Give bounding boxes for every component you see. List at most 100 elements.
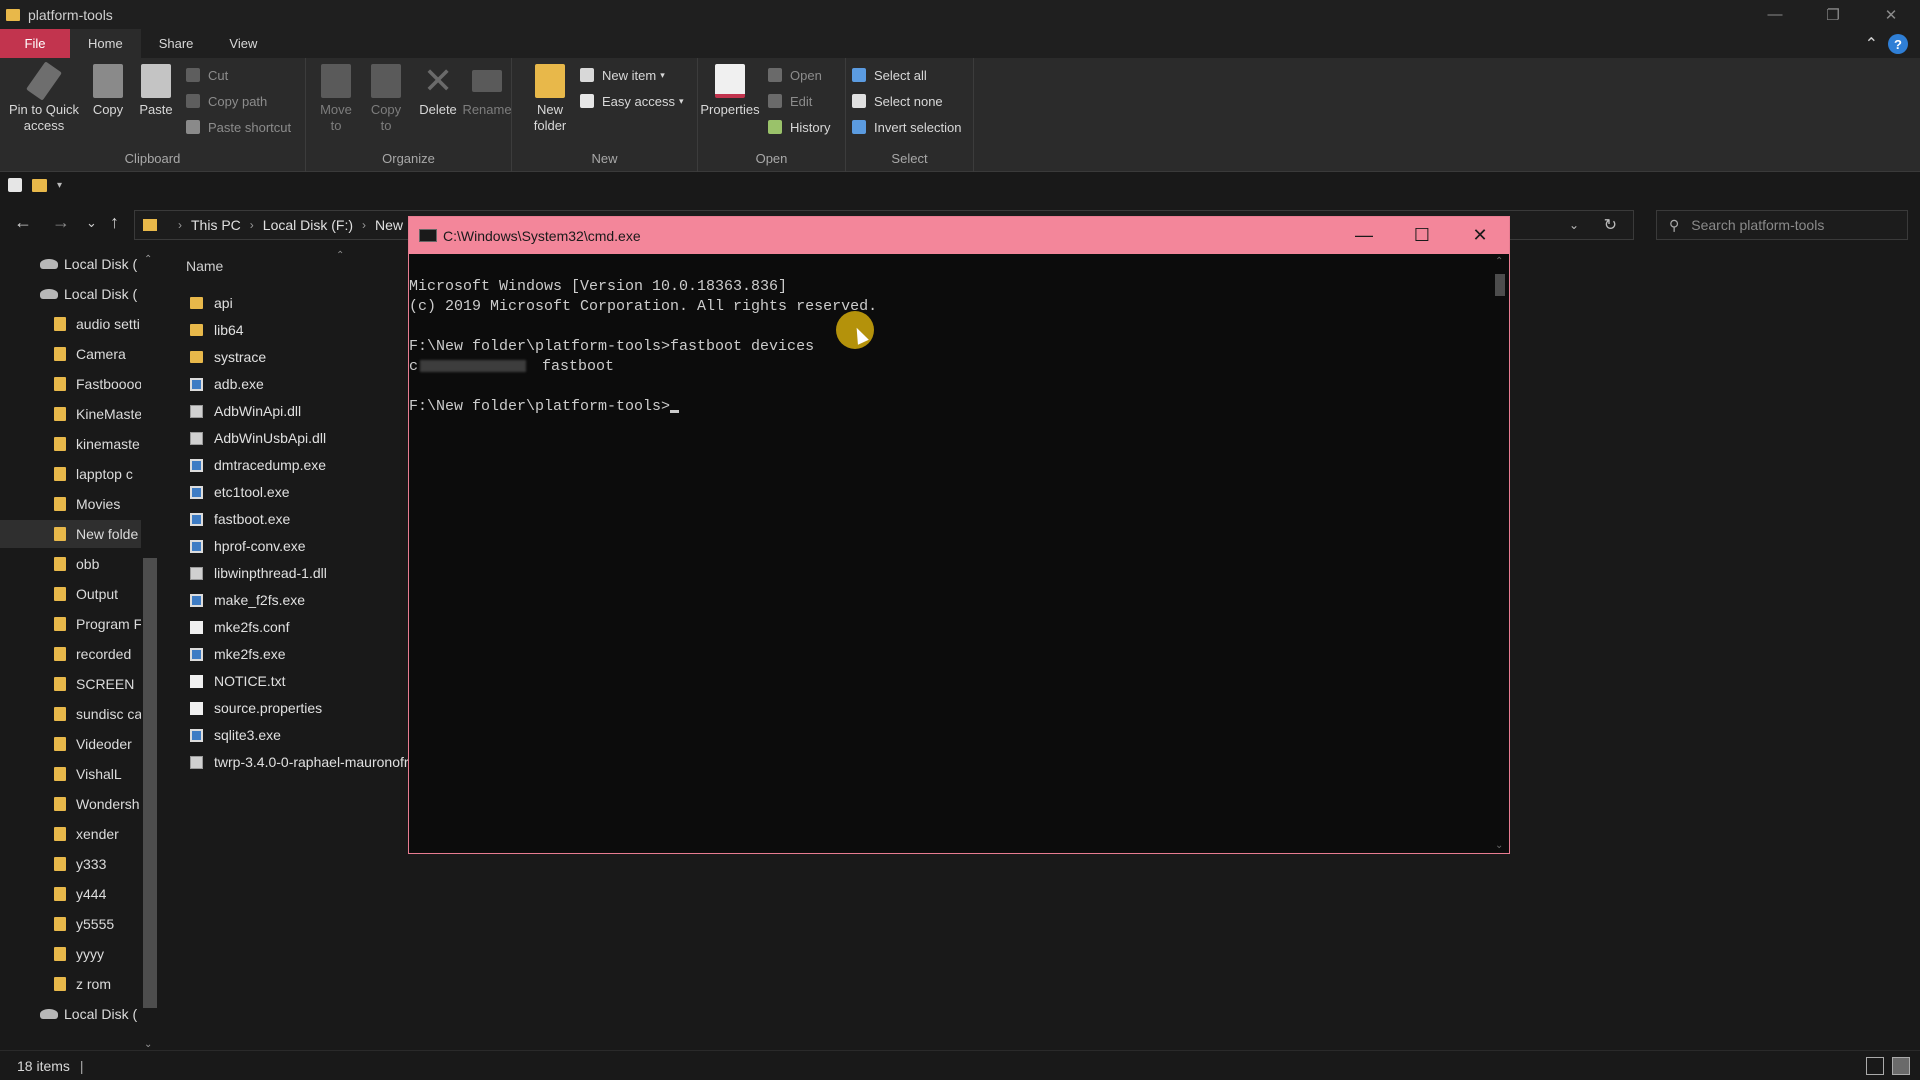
- up-arrow-icon[interactable]: ↑: [110, 212, 119, 233]
- file-row[interactable]: etc1tool.exe: [158, 479, 410, 505]
- nav-item-folder[interactable]: obb: [0, 550, 142, 578]
- invert-selection-button[interactable]: Invert selection: [852, 116, 961, 138]
- new-folder-button[interactable]: New folder: [528, 64, 572, 134]
- tab-home[interactable]: Home: [70, 29, 141, 58]
- restore-button[interactable]: ❐: [1804, 0, 1862, 29]
- nav-item-folder[interactable]: y333: [0, 850, 142, 878]
- breadcrumb-local-disk[interactable]: Local Disk (F:): [263, 217, 353, 233]
- nav-item-folder[interactable]: Fastboooo: [0, 370, 142, 398]
- nav-item-folder[interactable]: z rom: [0, 970, 142, 998]
- file-row[interactable]: fastboot.exe: [158, 506, 410, 532]
- new-folder-icon[interactable]: [32, 178, 47, 192]
- scroll-up-icon[interactable]: ⌃: [1495, 256, 1503, 267]
- move-to-button[interactable]: Move to: [316, 64, 356, 134]
- close-button[interactable]: ✕: [1862, 0, 1920, 29]
- edit-button[interactable]: Edit: [768, 90, 812, 112]
- nav-item-folder[interactable]: y5555: [0, 910, 142, 938]
- tab-share[interactable]: Share: [141, 29, 212, 58]
- nav-item-folder[interactable]: kinemaste: [0, 430, 142, 458]
- nav-item-folder[interactable]: y444: [0, 880, 142, 908]
- nav-item-folder[interactable]: Videoder: [0, 730, 142, 758]
- scrollbar-thumb[interactable]: [143, 558, 157, 1008]
- select-all-button[interactable]: Select all: [852, 64, 927, 86]
- nav-item-drive[interactable]: Local Disk (: [0, 1000, 142, 1028]
- nav-pane-scrollbar[interactable]: ⌃ ⌄: [141, 254, 158, 1050]
- nav-item-folder[interactable]: VishalL: [0, 760, 142, 788]
- properties-check-icon[interactable]: [8, 178, 22, 192]
- open-button[interactable]: Open: [768, 64, 822, 86]
- file-row[interactable]: sqlite3.exe: [158, 722, 410, 748]
- delete-button[interactable]: ✕ Delete: [416, 63, 460, 118]
- easy-access-button[interactable]: Easy access ▾: [580, 90, 684, 112]
- customize-quick-access-icon[interactable]: ▾: [57, 180, 62, 191]
- file-row[interactable]: AdbWinUsbApi.dll: [158, 425, 410, 451]
- copy-button[interactable]: Copy: [88, 64, 128, 118]
- nav-item-folder[interactable]: KineMaste: [0, 400, 142, 428]
- cmd-maximize-button[interactable]: ☐: [1393, 217, 1451, 254]
- nav-item-folder[interactable]: lapptop c: [0, 460, 142, 488]
- pin-to-quick-access-button[interactable]: Pin to Quick access: [6, 61, 82, 134]
- file-row[interactable]: hprof-conv.exe: [158, 533, 410, 559]
- file-row[interactable]: mke2fs.conf: [158, 614, 410, 640]
- nav-item-folder[interactable]: Movies: [0, 490, 142, 518]
- scroll-down-icon[interactable]: ⌄: [1495, 840, 1503, 851]
- help-icon[interactable]: ?: [1888, 34, 1908, 54]
- cut-button[interactable]: Cut: [186, 64, 228, 86]
- search-box[interactable]: ⚲: [1656, 210, 1908, 240]
- nav-item-folder[interactable]: yyyy: [0, 940, 142, 968]
- back-arrow-icon[interactable]: ←: [14, 212, 32, 233]
- nav-item-folder-selected[interactable]: New folde: [0, 520, 142, 548]
- details-view-icon[interactable]: [1866, 1057, 1884, 1075]
- file-row[interactable]: source.properties: [158, 695, 410, 721]
- column-header-name[interactable]: Name: [186, 258, 223, 274]
- scroll-up-icon[interactable]: ⌃: [144, 254, 152, 265]
- cmd-titlebar[interactable]: C:\Windows\System32\cmd.exe — ☐ ✕: [409, 217, 1509, 254]
- file-row[interactable]: systrace: [158, 344, 410, 370]
- file-row[interactable]: libwinpthread-1.dll: [158, 560, 410, 586]
- copy-to-button[interactable]: Copy to: [366, 64, 406, 134]
- nav-item-folder[interactable]: Output: [0, 580, 142, 608]
- nav-item-drive[interactable]: Local Disk (: [0, 280, 142, 308]
- nav-item-folder[interactable]: Camera: [0, 340, 142, 368]
- scroll-down-icon[interactable]: ⌄: [144, 1039, 152, 1050]
- file-row[interactable]: dmtracedump.exe: [158, 452, 410, 478]
- properties-button[interactable]: Properties: [698, 64, 762, 118]
- nav-item-folder[interactable]: recorded: [0, 640, 142, 668]
- nav-item-folder[interactable]: Wondersh: [0, 790, 142, 818]
- file-row[interactable]: twrp-3.4.0-0-raphael-mauronofrio.img: [158, 749, 410, 775]
- nav-item-folder[interactable]: xender: [0, 820, 142, 848]
- cmd-console[interactable]: Microsoft Windows [Version 10.0.18363.83…: [409, 254, 1491, 853]
- file-row[interactable]: adb.exe: [158, 371, 410, 397]
- history-button[interactable]: History: [768, 116, 830, 138]
- file-row[interactable]: mke2fs.exe: [158, 641, 410, 667]
- rename-button[interactable]: Rename: [462, 64, 512, 118]
- nav-item-folder[interactable]: audio setti: [0, 310, 142, 338]
- collapse-ribbon-icon[interactable]: ⌃: [1865, 34, 1878, 54]
- nav-item-drive[interactable]: Local Disk (: [0, 250, 142, 278]
- recent-locations-icon[interactable]: ⌄: [86, 215, 97, 231]
- nav-item-folder[interactable]: Program F: [0, 610, 142, 638]
- refresh-icon[interactable]: ↻: [1604, 215, 1617, 235]
- tab-view[interactable]: View: [211, 29, 275, 58]
- scrollbar-thumb[interactable]: [1495, 274, 1505, 296]
- forward-arrow-icon[interactable]: →: [52, 212, 70, 233]
- breadcrumb-new-folder[interactable]: New: [375, 217, 403, 233]
- file-row[interactable]: api: [158, 290, 410, 316]
- file-row[interactable]: NOTICE.txt: [158, 668, 410, 694]
- paste-shortcut-button[interactable]: Paste shortcut: [186, 116, 291, 138]
- tab-file[interactable]: File: [0, 29, 70, 58]
- address-dropdown-icon[interactable]: ⌄: [1569, 218, 1579, 232]
- breadcrumb-this-pc[interactable]: This PC: [191, 217, 241, 233]
- file-row[interactable]: AdbWinApi.dll: [158, 398, 410, 424]
- paste-button[interactable]: Paste: [136, 64, 176, 118]
- nav-item-folder[interactable]: SCREEN: [0, 670, 142, 698]
- file-row[interactable]: make_f2fs.exe: [158, 587, 410, 613]
- minimize-button[interactable]: —: [1746, 0, 1804, 29]
- cmd-minimize-button[interactable]: —: [1335, 217, 1393, 254]
- copy-path-button[interactable]: Copy path: [186, 90, 267, 112]
- cmd-scrollbar[interactable]: ⌃ ⌄: [1491, 254, 1509, 853]
- search-input[interactable]: [1691, 217, 1892, 233]
- cmd-close-button[interactable]: ✕: [1451, 217, 1509, 254]
- nav-item-folder[interactable]: sundisc ca: [0, 700, 142, 728]
- file-row[interactable]: lib64: [158, 317, 410, 343]
